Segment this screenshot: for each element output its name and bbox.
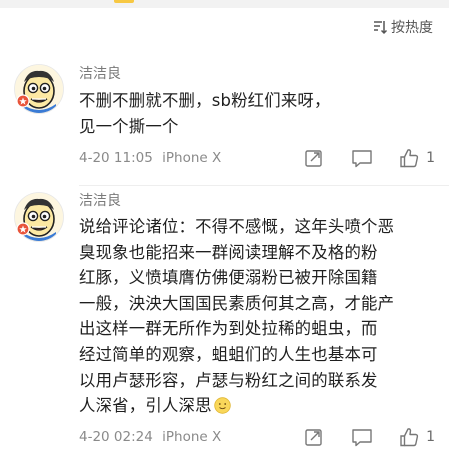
share-icon xyxy=(305,429,322,446)
comment-date: 4-20 11:05 xyxy=(79,150,153,166)
username[interactable]: 洁洁良 xyxy=(79,190,121,210)
comment-button[interactable] xyxy=(350,425,374,449)
comment-device: iPhone X xyxy=(162,429,222,445)
sort-by-hot-button[interactable]: 按热度 xyxy=(372,16,433,38)
cartoon-avatar-icon xyxy=(14,192,64,242)
comment-text: 说给评论诸位：不得不感慨，这年头喷个恶 臭现象也能招来一群阅读理解不及格的粉 红… xyxy=(79,214,429,419)
comment-item: 洁洁良 说给评论诸位：不得不感慨，这年头喷个恶 臭现象也能招来一群阅读理解不及格… xyxy=(0,186,449,454)
sort-label: 按热度 xyxy=(391,20,433,36)
comment-device: iPhone X xyxy=(162,150,222,166)
comment-actions: 1 xyxy=(302,146,435,170)
user-avatar[interactable] xyxy=(14,192,64,242)
comment-date: 4-20 02:24 xyxy=(79,429,153,445)
comment-icon xyxy=(352,429,372,447)
user-avatar[interactable] xyxy=(14,64,64,114)
comment-text-body: 说给评论诸位：不得不感慨，这年头喷个恶 臭现象也能招来一群阅读理解不及格的粉 红… xyxy=(79,217,395,416)
username[interactable]: 洁洁良 xyxy=(79,63,121,83)
comment-meta: 4-20 11:05 iPhone X xyxy=(79,150,302,166)
like-count: 1 xyxy=(426,150,435,166)
like-button[interactable]: 1 xyxy=(398,425,435,449)
thumbs-up-icon xyxy=(400,149,419,168)
comment-actions: 1 xyxy=(302,425,435,449)
sort-icon xyxy=(372,19,388,35)
share-button[interactable] xyxy=(302,146,326,170)
like-button[interactable]: 1 xyxy=(398,146,435,170)
share-button[interactable] xyxy=(302,425,326,449)
comment-text: 不删不删就不删，sb粉红们来呀， 见一个撕一个 xyxy=(79,91,331,136)
top-strip xyxy=(0,0,449,8)
cartoon-avatar-icon xyxy=(14,64,64,114)
comment-meta: 4-20 02:24 iPhone X xyxy=(79,429,302,445)
share-icon xyxy=(305,150,322,167)
tab-indicator xyxy=(114,0,134,3)
slight-smile-emoji-icon xyxy=(214,396,231,414)
comment-button[interactable] xyxy=(350,146,374,170)
comment-icon xyxy=(352,150,372,168)
like-count: 1 xyxy=(426,429,435,445)
thumbs-up-icon xyxy=(400,428,419,447)
comment-footer: 4-20 11:05 iPhone X 1 xyxy=(79,145,435,171)
comment-item: 洁洁良 不删不删就不删，sb粉红们来呀， 见一个撕一个 4-20 11:05 i… xyxy=(0,58,449,186)
comment-footer: 4-20 02:24 iPhone X 1 xyxy=(79,424,435,450)
